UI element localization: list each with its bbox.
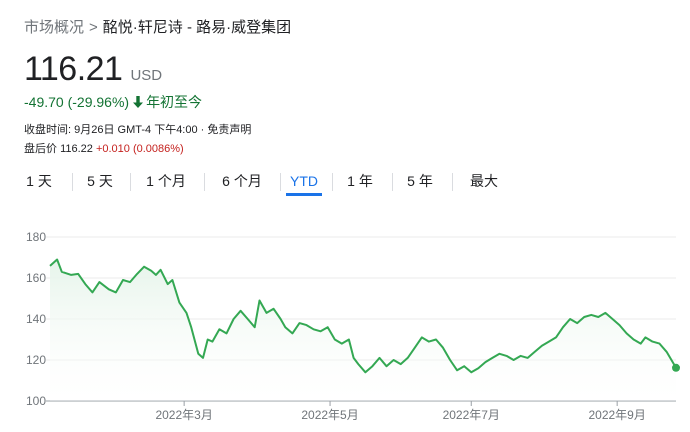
- tab-divider: [332, 173, 333, 191]
- latest-price-dot: [672, 363, 680, 372]
- after-hours-info: 盘后价 116.22 +0.010 (0.0086%): [24, 140, 184, 156]
- y-tick-label: 180: [26, 230, 46, 244]
- x-tick-label: 2022年7月: [443, 408, 500, 422]
- y-tick-label: 100: [26, 394, 46, 408]
- tab-divider: [392, 173, 393, 191]
- tab-divider: [72, 173, 73, 191]
- tab-1y[interactable]: 1 年: [338, 170, 382, 196]
- currency-label: USD: [130, 67, 163, 84]
- x-tick-label: 2022年3月: [155, 408, 212, 422]
- after-hours-price: 116.22: [60, 143, 93, 155]
- tab-divider: [280, 173, 281, 191]
- tab-1m[interactable]: 1 个月: [136, 170, 196, 196]
- stock-price: 116.21: [24, 50, 123, 88]
- price-change-row: -49.70 (-29.96%) 年初至今: [24, 92, 202, 112]
- tab-max[interactable]: 最大: [458, 170, 510, 196]
- price-chart[interactable]: 100 120 140 160 180 2022年3月 2022年5月 2022年7月 2022…: [0, 220, 690, 432]
- y-tick-label: 120: [26, 353, 46, 367]
- price-change: -49.70 (-29.96%): [24, 94, 130, 110]
- x-tick-label: 2022年5月: [301, 408, 358, 422]
- breadcrumb-market-summary-link[interactable]: 市场概况: [24, 19, 84, 36]
- breadcrumb-company-name: 酩悦·轩尼诗 - 路易·威登集团: [102, 19, 292, 36]
- after-hours-label: 盘后价: [24, 143, 57, 155]
- breadcrumb-separator: >: [89, 19, 98, 36]
- arrow-down-icon: [133, 95, 144, 111]
- breadcrumb: 市场概况 > 酩悦·轩尼诗 - 路易·威登集团: [24, 16, 291, 37]
- y-tick-label: 140: [26, 312, 46, 326]
- tab-5y[interactable]: 5 年: [398, 170, 442, 196]
- tab-divider: [452, 173, 453, 191]
- price-change-period: 年初至今: [146, 94, 203, 110]
- tab-ytd[interactable]: YTD: [286, 170, 322, 196]
- tab-divider: [204, 173, 205, 191]
- tab-6m[interactable]: 6 个月: [210, 170, 274, 196]
- y-tick-label: 160: [26, 271, 46, 285]
- price-row: 116.21 USD: [24, 50, 162, 89]
- x-tick-label: 2022年9月: [588, 408, 645, 422]
- close-time-info: 收盘时间: 9月26日 GMT-4 下午4:00 · 免责声明: [24, 124, 252, 136]
- tab-divider: [130, 173, 131, 191]
- tab-1d[interactable]: 1 天: [14, 170, 64, 196]
- price-area-fill: [50, 259, 676, 401]
- after-hours-change: +0.010 (0.0086%): [95, 143, 184, 155]
- tab-5d[interactable]: 5 天: [78, 170, 122, 196]
